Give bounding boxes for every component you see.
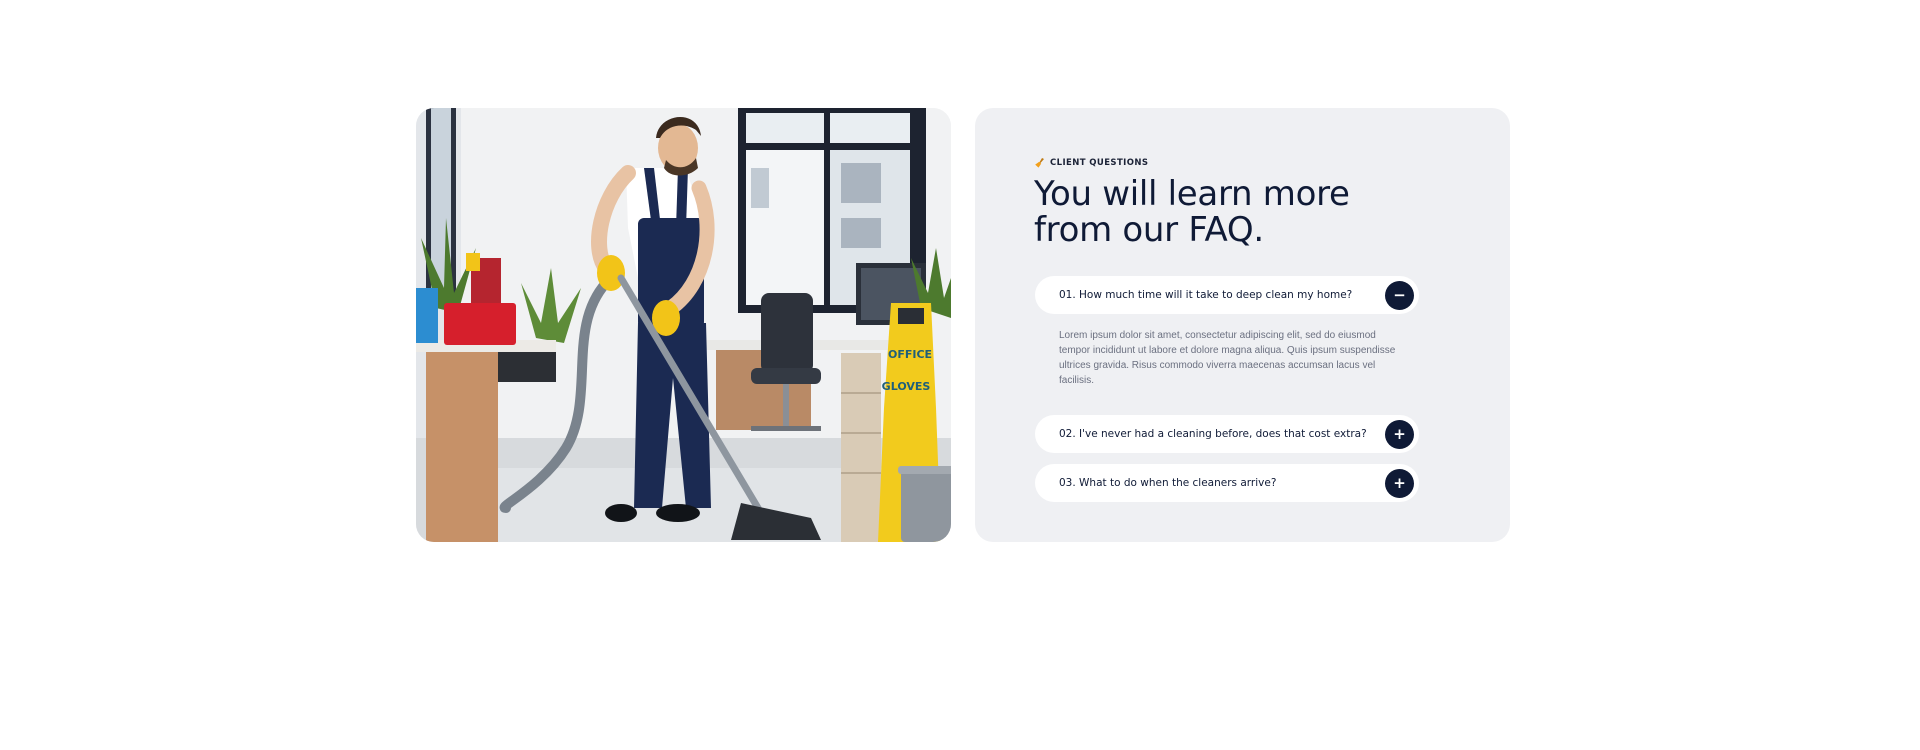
broom-icon (1035, 158, 1044, 168)
faq-card: CLIENT QUESTIONS You will learn more fro… (975, 108, 1510, 542)
cleaner-photo: OFFICE GLOVES (416, 108, 951, 542)
faq-question-2[interactable]: 02. I've never had a cleaning before, do… (1035, 415, 1419, 453)
sign-line-gloves: GLOVES (882, 380, 931, 393)
faq-list: 01. How much time will it take to deep c… (1035, 276, 1419, 513)
cleaner-photo-illustration: OFFICE GLOVES (416, 108, 951, 542)
expand-icon[interactable]: + (1385, 468, 1414, 498)
faq-title: You will learn more from our FAQ. (1034, 174, 1350, 250)
faq-section: OFFICE GLOVES CLIENT QUESTIONS You will … (416, 108, 1510, 542)
faq-item-3: 03. What to do when the cleaners arrive?… (1035, 464, 1419, 502)
faq-item-2: 02. I've never had a cleaning before, do… (1035, 415, 1419, 453)
faq-question-text: 01. How much time will it take to deep c… (1059, 289, 1353, 301)
sign-line-office: OFFICE (888, 348, 932, 361)
faq-eyebrow-text: CLIENT QUESTIONS (1050, 158, 1149, 168)
faq-question-text: 02. I've never had a cleaning before, do… (1059, 428, 1367, 440)
faq-eyebrow: CLIENT QUESTIONS (1035, 158, 1148, 168)
faq-question-3[interactable]: 03. What to do when the cleaners arrive?… (1035, 464, 1419, 502)
faq-question-text: 03. What to do when the cleaners arrive? (1059, 477, 1277, 489)
expand-icon[interactable]: + (1385, 419, 1414, 449)
faq-question-1[interactable]: 01. How much time will it take to deep c… (1035, 276, 1419, 314)
faq-item-1: 01. How much time will it take to deep c… (1035, 276, 1419, 404)
faq-answer-1: Lorem ipsum dolor sit amet, consectetur … (1059, 330, 1396, 386)
collapse-icon[interactable]: − (1385, 280, 1414, 310)
